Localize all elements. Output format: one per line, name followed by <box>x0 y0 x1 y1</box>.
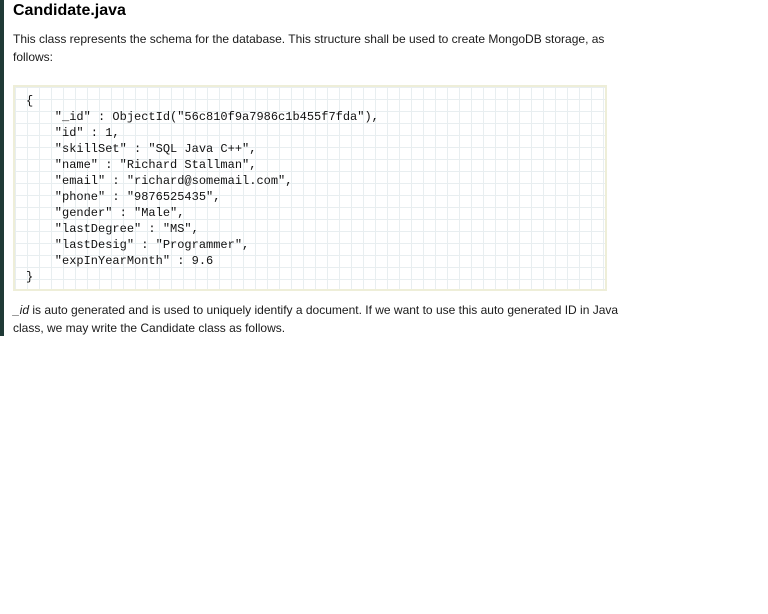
code-line: { <box>26 94 34 108</box>
code-line: "gender" : "Male", <box>26 206 185 220</box>
code-line: "name" : "Richard Stallman", <box>26 158 257 172</box>
code-line: "lastDesig" : "Programmer", <box>26 238 250 252</box>
code-line: "email" : "richard@somemail.com", <box>26 174 293 188</box>
left-accent-bar <box>0 0 4 336</box>
code-line: "skillSet" : "SQL Java C++", <box>26 142 257 156</box>
code-line: "phone" : "9876525435", <box>26 190 221 204</box>
outro-paragraph: _id is auto generated and is used to uni… <box>13 301 623 337</box>
code-line: "lastDegree" : "MS", <box>26 222 199 236</box>
page-title: Candidate.java <box>13 2 126 19</box>
code-line: "expInYearMonth" : 9.6 <box>26 254 214 268</box>
code-line: "id" : 1, <box>26 126 120 140</box>
id-field-emphasis: _id <box>13 303 30 317</box>
code-line: } <box>26 270 34 284</box>
code-line: "_id" : ObjectId("56c810f9a7986c1b455f7f… <box>26 110 379 124</box>
intro-paragraph: This class represents the schema for the… <box>13 32 605 64</box>
code-lines: { "_id" : ObjectId("56c810f9a7986c1b455f… <box>26 93 379 285</box>
code-block: { "_id" : ObjectId("56c810f9a7986c1b455f… <box>13 85 607 291</box>
outro-text: is auto generated and is used to uniquel… <box>13 303 619 335</box>
